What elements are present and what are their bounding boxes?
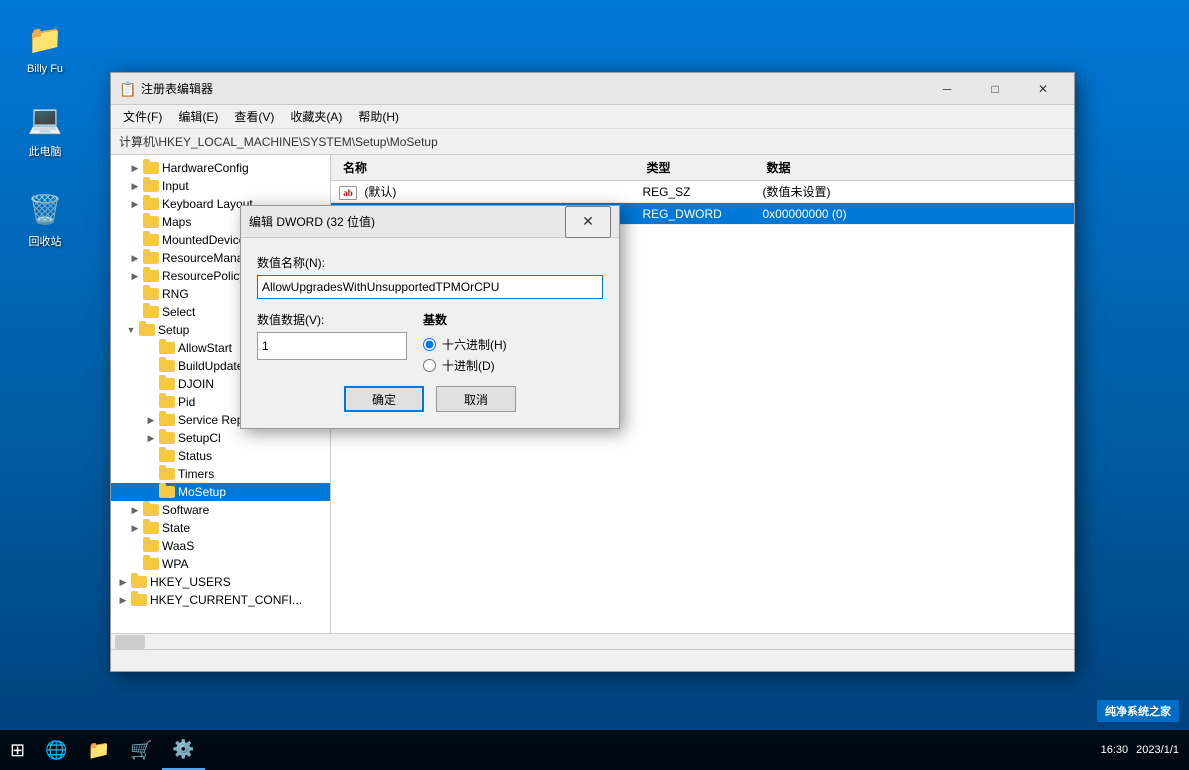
hex-radio[interactable] — [423, 338, 436, 351]
dialog-buttons: 确定 取消 — [257, 386, 603, 412]
cancel-button[interactable]: 取消 — [436, 386, 516, 412]
taskbar-edge[interactable]: 🌐 — [35, 730, 77, 770]
dialog-data-row: 数值数据(V): 基数 十六进制(H) 十进制(D) — [257, 311, 603, 374]
value-name-input[interactable] — [257, 275, 603, 299]
ok-button[interactable]: 确定 — [344, 386, 424, 412]
taskbar-store[interactable]: 🛒 — [120, 730, 162, 770]
decimal-radio[interactable] — [423, 359, 436, 372]
time-display: 16:30 — [1101, 744, 1129, 756]
value-data-section: 数值数据(V): — [257, 311, 407, 374]
decimal-label: 十进制(D) — [442, 357, 495, 374]
value-data-label: 数值数据(V): — [257, 311, 407, 328]
start-button[interactable]: ⊞ — [0, 730, 35, 770]
date-display: 2023/1/1 — [1136, 744, 1179, 756]
dialog-body: 数值名称(N): 数值数据(V): 基数 十六进制(H) 十进制(D) — [241, 238, 619, 428]
base-section: 基数 十六进制(H) 十进制(D) — [423, 311, 507, 374]
decimal-radio-label[interactable]: 十进制(D) — [423, 357, 507, 374]
taskbar-explorer[interactable]: 📁 — [78, 730, 120, 770]
edit-dword-dialog: 编辑 DWORD (32 位值) ✕ 数值名称(N): 数值数据(V): 基数 … — [240, 205, 620, 429]
dialog-overlay: 编辑 DWORD (32 位值) ✕ 数值名称(N): 数值数据(V): 基数 … — [0, 0, 1189, 770]
value-data-input[interactable] — [257, 332, 407, 360]
taskbar-regedit[interactable]: ⚙️ — [162, 730, 204, 770]
hex-radio-label[interactable]: 十六进制(H) — [423, 336, 507, 353]
base-label: 基数 — [423, 311, 507, 328]
dialog-title: 编辑 DWORD (32 位值) — [249, 213, 565, 230]
value-name-label: 数值名称(N): — [257, 254, 603, 271]
taskbar: ⊞ 🌐 📁 🛒 ⚙️ 16:30 2023/1/1 — [0, 730, 1189, 770]
dialog-close-button[interactable]: ✕ — [565, 206, 611, 238]
dialog-title-bar: 编辑 DWORD (32 位值) ✕ — [241, 206, 619, 238]
hex-label: 十六进制(H) — [442, 336, 507, 353]
taskbar-clock: 16:30 2023/1/1 — [1101, 744, 1189, 756]
